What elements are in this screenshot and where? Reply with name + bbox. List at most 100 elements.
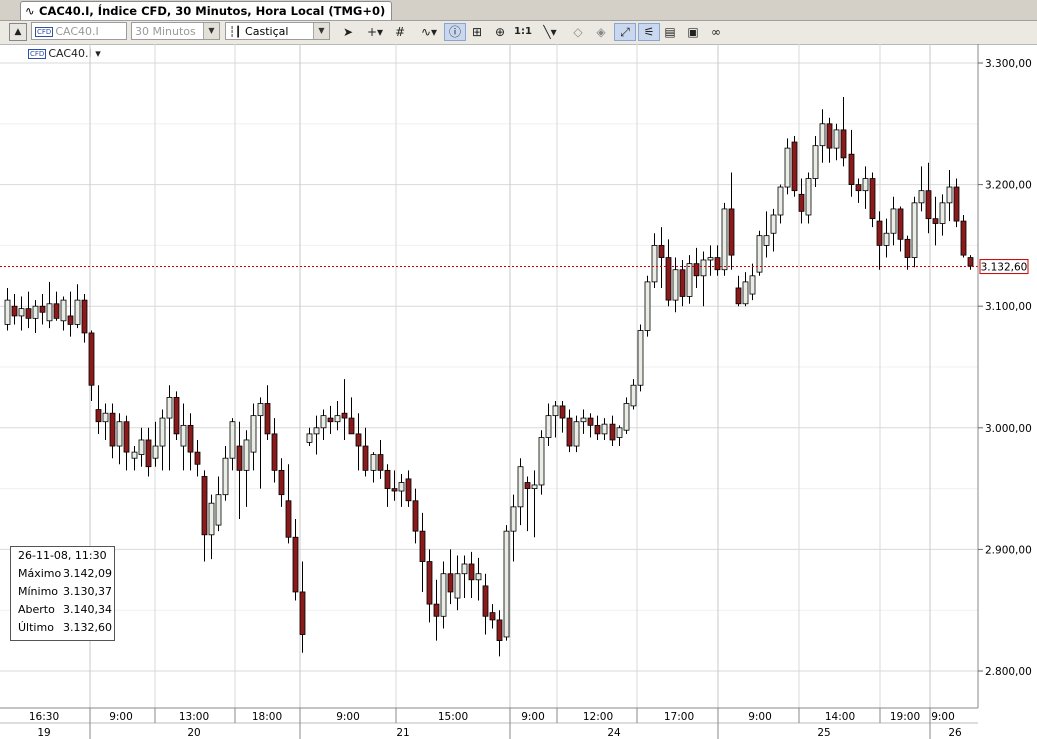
candle-up <box>616 427 623 438</box>
candle-up <box>116 421 123 447</box>
candle-up <box>911 202 918 258</box>
candle-down <box>201 476 208 536</box>
y-tick-label: 3.000,00 <box>985 423 1032 435</box>
info-last-label: Último <box>18 621 54 634</box>
info-open-value: 3.140,34 <box>63 603 112 616</box>
candle-down <box>728 208 735 256</box>
candle-down <box>187 424 194 453</box>
toolbar: ▲ CFD CAC40.I 30 Minutos ▼ ┆┃ Castiçal ▼ ➤ +… <box>0 21 1037 45</box>
candle-down <box>967 257 974 267</box>
tab-chart[interactable]: ∿ CAC40.I, Índice CFD, 30 Minutos, Hora L… <box>20 1 393 20</box>
candle-up <box>749 275 756 295</box>
candle-up <box>313 427 320 435</box>
candle-down <box>327 417 334 423</box>
candle-up <box>862 178 869 192</box>
candle-up <box>454 573 461 599</box>
delete-drawings-icon[interactable]: ◈ <box>591 23 611 41</box>
candle-up <box>531 484 538 489</box>
candle-down <box>433 603 440 617</box>
candle-up <box>440 573 447 617</box>
grid-icon[interactable]: # <box>390 23 410 41</box>
date-label: 20 <box>187 727 200 739</box>
time-tick-label: 15:00 <box>438 711 468 723</box>
info-datetime: 26-11-08, 11:30 <box>18 549 107 562</box>
ohlc-info-box: 26-11-08, 11:30 Máximo 3.142,09 Mínimo 3.1… <box>10 546 115 641</box>
compare-icon[interactable]: ⚟ <box>638 23 660 41</box>
candle-down <box>791 141 798 192</box>
y-tick-label: 2.800,00 <box>985 666 1032 678</box>
autoscale-icon[interactable]: ⤢ <box>614 23 636 41</box>
candle-up <box>18 308 25 317</box>
time-axis: 16:30 9:00 13:00 18:00 9:00 15:00 9:00 12:00 17:… <box>0 707 1037 739</box>
candle-down <box>109 412 116 447</box>
candle-up <box>819 123 826 147</box>
y-tick-label: 3.300,00 <box>985 58 1032 70</box>
add-annotation-icon[interactable]: ⊞ <box>467 23 487 41</box>
price-axis: 3.300,00 3.200,00 3.100,00 3.000,00 2.900,00… <box>978 58 1032 678</box>
candle-up <box>138 439 145 455</box>
eraser-icon[interactable]: ◇ <box>568 23 588 41</box>
candle-up <box>946 186 953 204</box>
candle-up <box>510 506 517 532</box>
candle-down <box>39 305 46 313</box>
time-tick-label: 9:00 <box>336 711 360 723</box>
candle-up <box>721 208 728 271</box>
candle-down <box>236 445 243 471</box>
zoom-reset-button[interactable]: 1:1 <box>513 23 533 41</box>
symbol-input[interactable]: CFD CAC40.I <box>31 22 127 40</box>
candle-up <box>517 466 524 508</box>
candle-down <box>876 220 883 246</box>
candle-up <box>707 257 714 261</box>
save-image-icon[interactable]: ▣ <box>683 23 703 41</box>
chevron-down-icon[interactable]: ▼ <box>203 23 219 39</box>
candle-up <box>573 421 580 447</box>
candle-up <box>152 445 159 459</box>
candle-up <box>229 421 236 459</box>
info-last-row: Último 3.132,60 <box>11 619 114 637</box>
zoom-icon[interactable]: ⊕ <box>490 23 510 41</box>
candle-up <box>398 482 405 492</box>
interval-select[interactable]: 30 Minutos ▼ <box>131 22 220 40</box>
candle-up <box>166 396 173 419</box>
candle-up <box>46 303 53 322</box>
candle-down <box>81 299 88 334</box>
time-tick-label: 9:00 <box>931 711 955 723</box>
link-icon[interactable]: ∞ <box>706 23 726 41</box>
crosshair-icon[interactable]: +▾ <box>362 23 388 41</box>
candle-up <box>131 451 138 459</box>
info-open-label: Aberto <box>18 603 55 616</box>
last-price-tag: 3.132,60 <box>979 259 1029 275</box>
date-label: 24 <box>607 727 621 739</box>
candle-down <box>798 193 805 212</box>
candle-down <box>524 482 531 489</box>
candle-down <box>362 445 369 471</box>
candle-up <box>243 439 250 471</box>
symbol-value: CAC40.I <box>55 25 99 38</box>
line-tool-icon[interactable]: ╲▾ <box>536 23 564 41</box>
chart-style-value: Castiçal <box>245 25 289 38</box>
candle-up <box>320 415 327 429</box>
candle-down <box>355 433 362 447</box>
candle-down <box>693 263 700 277</box>
chart-style-select[interactable]: ┆┃ Castiçal ▼ <box>225 22 330 40</box>
collapse-up-icon[interactable]: ▲ <box>9 23 27 41</box>
candles <box>4 97 974 657</box>
indicators-icon[interactable]: ∿▾ <box>416 23 442 41</box>
print-icon[interactable]: ▤ <box>660 23 680 41</box>
candle-up <box>623 403 630 431</box>
y-tick-label: 3.100,00 <box>985 301 1032 313</box>
chevron-down-icon[interactable]: ▼ <box>313 23 329 39</box>
candle-down <box>348 417 355 435</box>
candle-up <box>306 433 313 443</box>
interval-value: 30 Minutos <box>135 25 196 38</box>
candlestick-chart[interactable]: 3.300,00 3.200,00 3.100,00 3.000,00 2.900,00… <box>0 44 1037 739</box>
cursor-icon[interactable]: ➤ <box>338 23 358 41</box>
candle-down <box>496 619 503 641</box>
candle-up <box>770 214 777 234</box>
candle-up <box>4 299 11 325</box>
candle-down <box>419 530 426 562</box>
info-icon[interactable]: ⓘ <box>444 23 466 41</box>
info-min-row: Mínimo 3.130,37 <box>11 583 114 601</box>
candle-down <box>11 305 18 317</box>
candle-up <box>833 129 840 149</box>
